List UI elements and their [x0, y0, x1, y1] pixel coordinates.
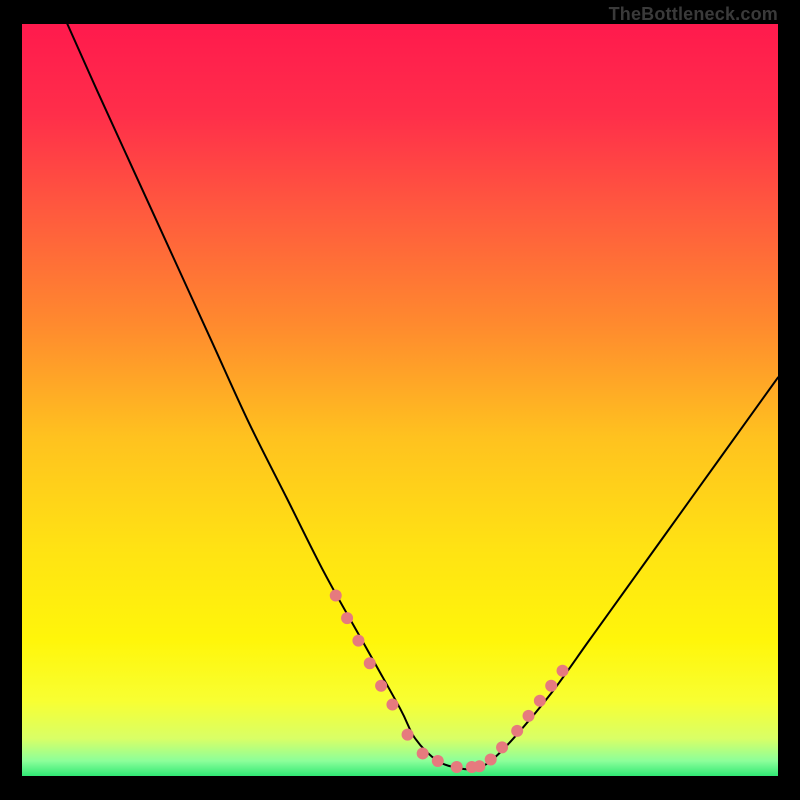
chart-stage: TheBottleneck.com [0, 0, 800, 800]
axes-frame [20, 22, 780, 778]
